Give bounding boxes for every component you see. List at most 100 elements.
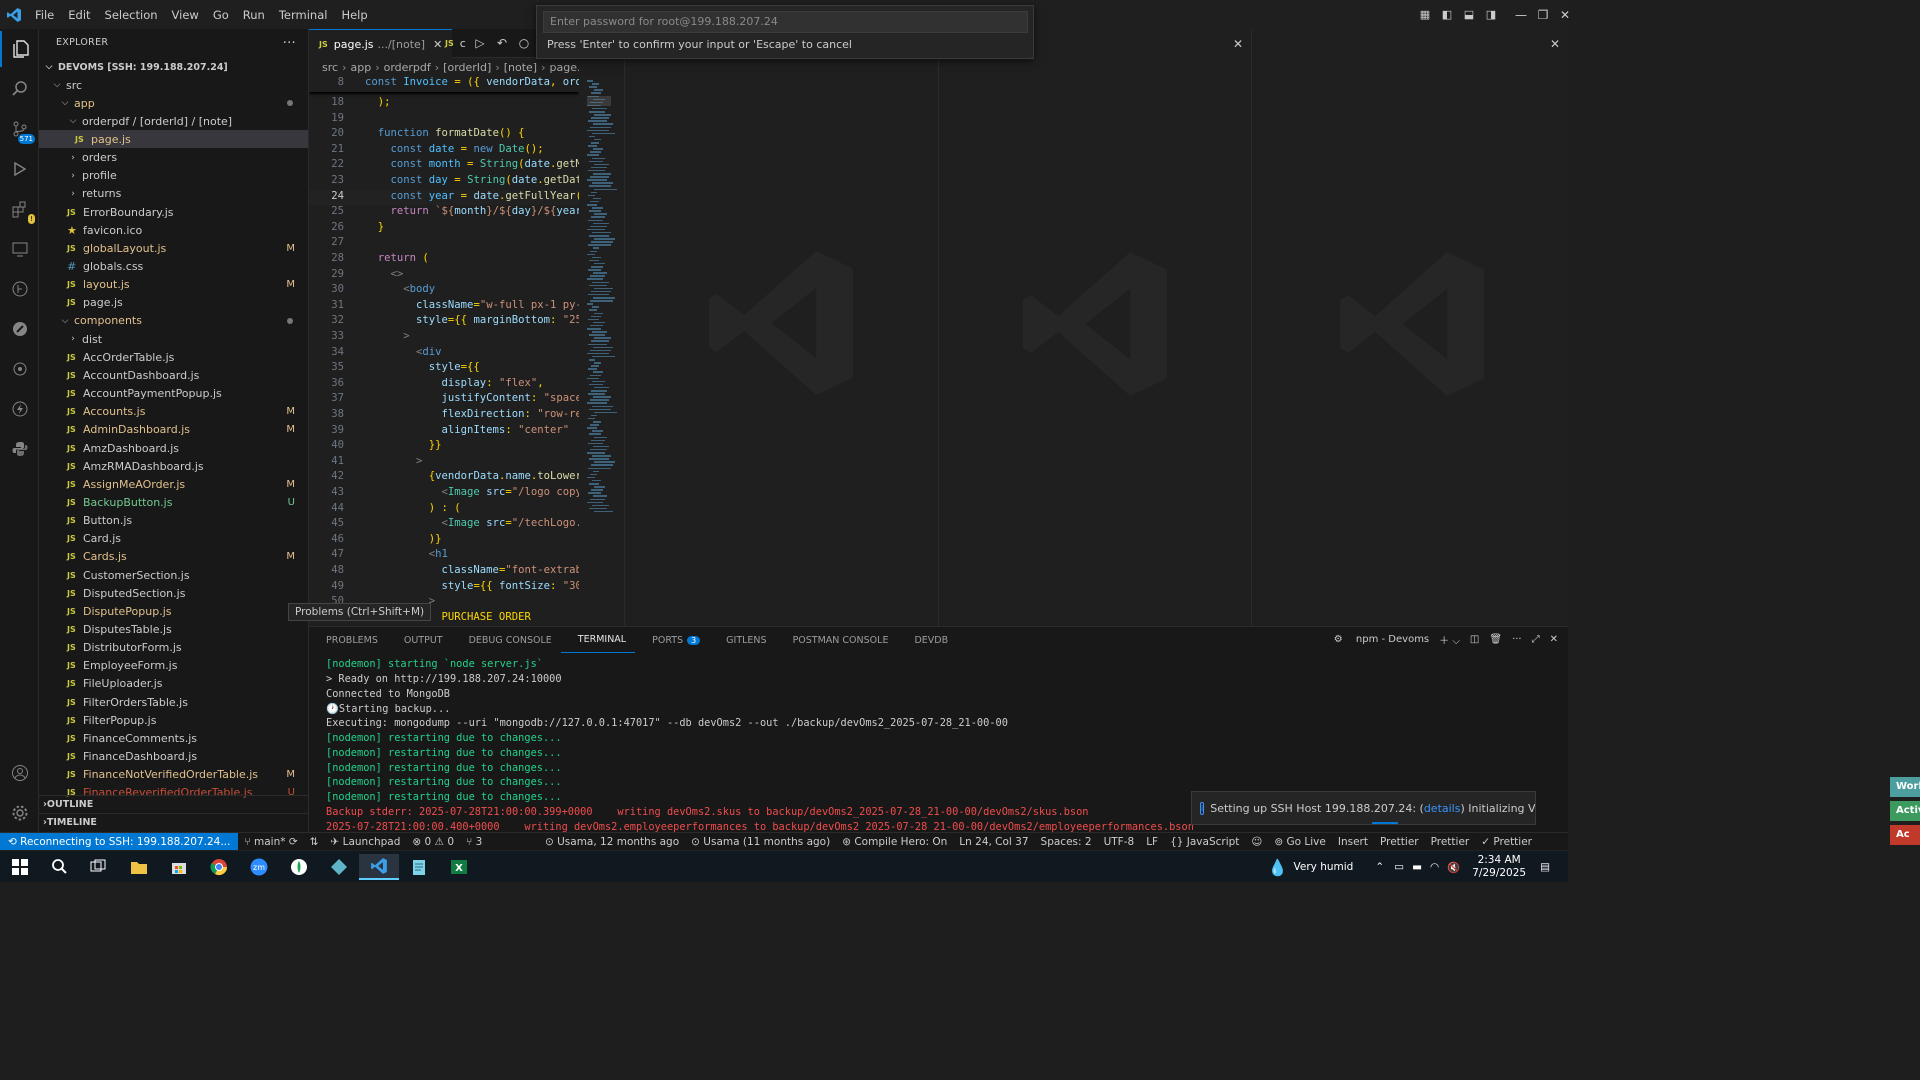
code-line[interactable]: 35 style={{ <box>309 361 579 377</box>
tree-file[interactable]: JS AmzRMADashboard.js <box>39 457 308 475</box>
network-icon[interactable]: ▭ <box>1394 861 1404 873</box>
tab-output[interactable]: OUTPUT <box>387 627 452 653</box>
tree-file[interactable]: JS Card.js <box>39 530 308 548</box>
code-editor[interactable]: 8 const Invoice = ({ vendorData, ord 18 );… <box>309 76 579 626</box>
tree-file[interactable]: JS Button.js <box>39 512 308 530</box>
tree-file[interactable]: JS FinanceComments.js <box>39 729 308 747</box>
code-line[interactable]: 43 <Image src="/logo copy <box>309 486 579 502</box>
restore-button[interactable]: ❐ <box>1524 8 1549 22</box>
tab-debug-console[interactable]: DEBUG CONSOLE <box>452 627 561 653</box>
tree-file[interactable]: JS FileUploader.js <box>39 675 308 693</box>
zoom-icon[interactable]: zm <box>239 854 279 880</box>
search-icon[interactable] <box>39 854 79 880</box>
new-terminal-icon[interactable]: ＋ ⌵ <box>1439 632 1460 647</box>
code-line[interactable]: 18 ); <box>309 96 579 112</box>
search-icon[interactable] <box>0 71 39 107</box>
kill-terminal-icon[interactable]: 🗑 <box>1489 634 1502 645</box>
tree-folder[interactable]: ⌵ components <box>39 312 308 330</box>
chevron-up-icon[interactable]: ⌃ <box>1375 861 1384 873</box>
tab-problems[interactable]: PROBLEMS <box>309 627 387 653</box>
git-blame[interactable]: ⊙ Usama, 12 months ago <box>539 836 685 848</box>
tree-folder[interactable]: › orders <box>39 149 308 167</box>
tree-file[interactable]: JS BackupButton.js U <box>39 493 308 511</box>
database-icon[interactable] <box>0 351 39 387</box>
tree-file[interactable]: JS FinanceNotVerifiedOrderTable.js M <box>39 766 308 784</box>
remote-explorer-icon[interactable] <box>0 231 39 267</box>
volume-icon[interactable]: 🔇 <box>1447 861 1460 874</box>
tree-file[interactable]: JS layout.js M <box>39 276 308 294</box>
compile-hero[interactable]: ⊛ Compile Hero: On <box>836 836 953 848</box>
tree-folder[interactable]: ⌵ src <box>39 76 308 94</box>
tree-file[interactable]: JS globalLayout.js M <box>39 239 308 257</box>
toggle-secondary-sidebar-icon[interactable]: ◨ <box>1480 8 1502 21</box>
tree-file[interactable]: JS Cards.js M <box>39 548 308 566</box>
language-mode[interactable]: {} JavaScript <box>1164 836 1245 848</box>
tree-file[interactable]: JS CustomerSection.js <box>39 566 308 584</box>
tree-file[interactable]: JS FilterPopup.js <box>39 711 308 729</box>
vscode-taskbar-icon[interactable] <box>359 854 399 880</box>
end-of-line[interactable]: LF <box>1140 836 1164 848</box>
code-line[interactable]: 39 alignItems: "center" <box>309 424 579 440</box>
prettier-2[interactable]: Prettier <box>1425 836 1476 848</box>
python-icon[interactable] <box>0 431 39 467</box>
run-debug-icon[interactable] <box>0 151 39 187</box>
terminal-instance[interactable]: ⚙ npm - Devoms <box>1334 634 1429 645</box>
chrome-icon[interactable] <box>199 854 239 880</box>
cursor-position[interactable]: Ln 24, Col 37 <box>953 836 1034 848</box>
code-line[interactable]: 38 flexDirection: "row-re <box>309 408 579 424</box>
run-icon[interactable]: ▷ <box>469 36 491 50</box>
tree-file[interactable]: JS AdminDashboard.js M <box>39 421 308 439</box>
more-actions-icon[interactable]: ··· <box>283 36 296 51</box>
close-group-icon[interactable]: ✕ <box>1233 37 1243 51</box>
code-line[interactable]: 46 )} <box>309 533 579 549</box>
copilot-icon[interactable]: ☺ <box>1245 836 1268 848</box>
tree-file[interactable]: JS ErrorBoundary.js <box>39 203 308 221</box>
code-line[interactable]: 37 justifyContent: "space <box>309 392 579 408</box>
code-line[interactable]: 26 } <box>309 221 579 237</box>
battery-icon[interactable]: ▬ <box>1412 861 1422 873</box>
prettier-3[interactable]: ✓ Prettier <box>1475 836 1538 848</box>
code-line[interactable]: 27 <box>309 236 579 252</box>
code-line[interactable]: 23 const day = String(date.getDat <box>309 174 579 190</box>
code-line[interactable]: 41 > <box>309 455 579 471</box>
code-line[interactable]: 28 return ( <box>309 252 579 268</box>
outline-section[interactable]: › OUTLINE <box>39 795 308 813</box>
code-line[interactable]: 31 className="w-full px-1 py- <box>309 299 579 315</box>
accounts-icon[interactable] <box>0 755 39 791</box>
tree-file[interactable]: JS FilterOrdersTable.js <box>39 693 308 711</box>
excel-icon[interactable]: X <box>439 854 479 880</box>
menu-run[interactable]: Run <box>236 8 272 22</box>
code-line[interactable]: 32 style={{ marginBottom: "25 <box>309 314 579 330</box>
tree-folder[interactable]: › returns <box>39 185 308 203</box>
notifications-icon[interactable]: ▤ <box>1540 861 1550 873</box>
breadcrumb-item[interactable]: [note] <box>504 61 537 74</box>
go-live[interactable]: ⊚ Go Live <box>1268 836 1331 848</box>
code-line[interactable]: 45 <Image src="/techLogo. <box>309 517 579 533</box>
minimap[interactable] <box>579 76 624 626</box>
more-icon[interactable]: ··· <box>1512 634 1522 645</box>
tree-file[interactable]: JS Accounts.js M <box>39 403 308 421</box>
clock[interactable]: 2:34 AM 7/29/2025 <box>1472 854 1526 880</box>
split-terminal-icon[interactable]: ◫ <box>1470 634 1479 645</box>
tab-devdb[interactable]: DEVDB <box>897 627 957 653</box>
circle-icon[interactable]: ○ <box>513 36 535 50</box>
mongodb-compass-icon[interactable] <box>279 854 319 880</box>
menu-edit[interactable]: Edit <box>61 8 97 22</box>
tree-file[interactable]: JS AccountPaymentPopup.js <box>39 385 308 403</box>
close-group-icon[interactable]: ✕ <box>1550 37 1560 51</box>
password-input[interactable]: Enter password for root@199.188.207.24 <box>543 11 1028 33</box>
notepad-icon[interactable] <box>399 854 439 880</box>
tree-file[interactable]: JS page.js <box>39 294 308 312</box>
tab-postman-console[interactable]: POSTMAN CONSOLE <box>776 627 898 653</box>
tree-folder[interactable]: ⌵ app <box>39 94 308 112</box>
code-line[interactable]: 19 <box>309 112 579 128</box>
breadcrumb-item[interactable]: [orderId] <box>443 61 491 74</box>
indentation[interactable]: Spaces: 2 <box>1035 836 1098 848</box>
timeline-section[interactable]: › TIMELINE <box>39 813 308 831</box>
side-badge-active[interactable]: Activ <box>1890 801 1920 821</box>
tree-file[interactable]: JS AmzDashboard.js <box>39 439 308 457</box>
tree-file[interactable]: JS DistributorForm.js <box>39 639 308 657</box>
code-line[interactable]: 42 {vendorData.name.toLower <box>309 470 579 486</box>
encoding[interactable]: UTF-8 <box>1098 836 1141 848</box>
tree-file[interactable]: JS AssignMeAOrder.js M <box>39 475 308 493</box>
